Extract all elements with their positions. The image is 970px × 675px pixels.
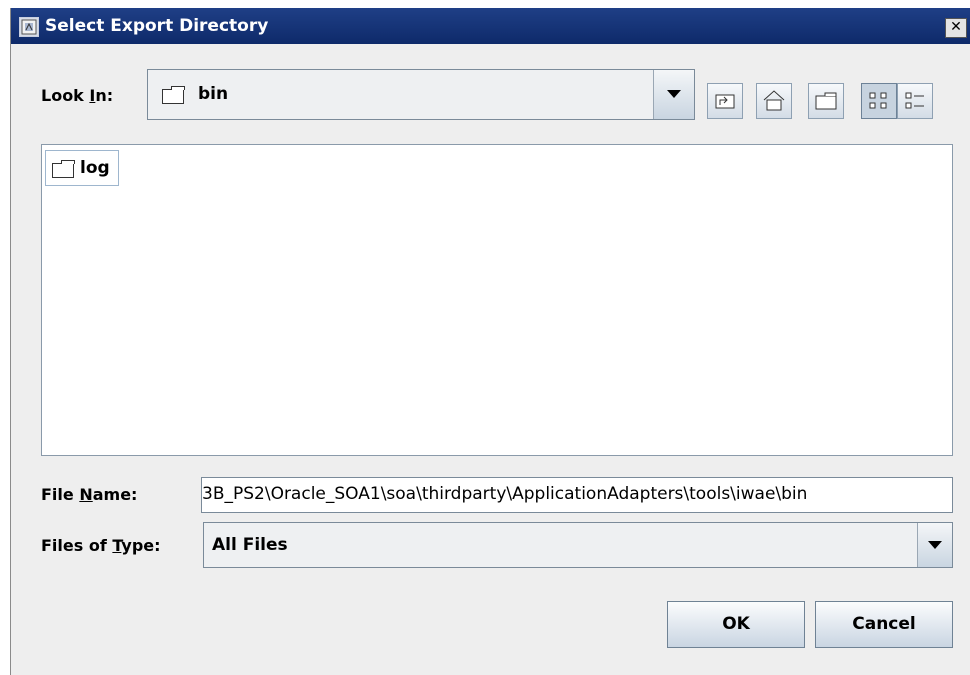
up-one-level-icon <box>715 94 735 109</box>
file-type-label: Files of Type: <box>41 536 161 555</box>
look-in-value: bin <box>198 84 229 104</box>
chevron-down-icon[interactable] <box>653 70 694 119</box>
file-type-value: All Files <box>212 535 288 555</box>
folder-icon <box>162 86 185 104</box>
up-one-level-button[interactable] <box>707 83 743 119</box>
file-name-label: File Name: <box>41 485 138 504</box>
dialog-title: Select Export Directory <box>45 16 269 36</box>
look-in-label: Look In: <box>41 86 114 105</box>
select-export-directory-dialog: Select Export Directory ✕ Look In: bin l… <box>10 8 970 675</box>
list-item[interactable]: log <box>45 150 119 186</box>
list-view-icon <box>869 92 887 109</box>
java-app-icon <box>19 17 39 37</box>
details-view-toggle[interactable] <box>897 83 933 119</box>
ok-button[interactable]: OK <box>667 601 805 648</box>
chevron-down-icon[interactable] <box>917 523 952 567</box>
file-name-input[interactable]: 3B_PS2\Oracle_SOA1\soa\thirdparty\Applic… <box>201 477 953 513</box>
list-view-toggle[interactable] <box>861 83 897 119</box>
new-folder-icon <box>815 92 837 110</box>
look-in-combo[interactable]: bin <box>147 69 695 120</box>
file-name-value: 3B_PS2\Oracle_SOA1\soa\thirdparty\Applic… <box>202 484 808 504</box>
file-list[interactable]: log <box>41 144 953 456</box>
home-icon <box>763 90 785 111</box>
details-view-icon <box>905 92 924 109</box>
cancel-button[interactable]: Cancel <box>815 601 953 648</box>
home-button[interactable] <box>756 83 792 119</box>
close-icon: ✕ <box>950 19 962 35</box>
close-button[interactable]: ✕ <box>945 18 967 38</box>
title-bar[interactable]: Select Export Directory ✕ <box>11 8 970 44</box>
file-type-combo[interactable]: All Files <box>203 522 953 568</box>
folder-icon <box>52 160 75 178</box>
list-item-label: log <box>80 158 110 178</box>
new-folder-button[interactable] <box>808 83 844 119</box>
